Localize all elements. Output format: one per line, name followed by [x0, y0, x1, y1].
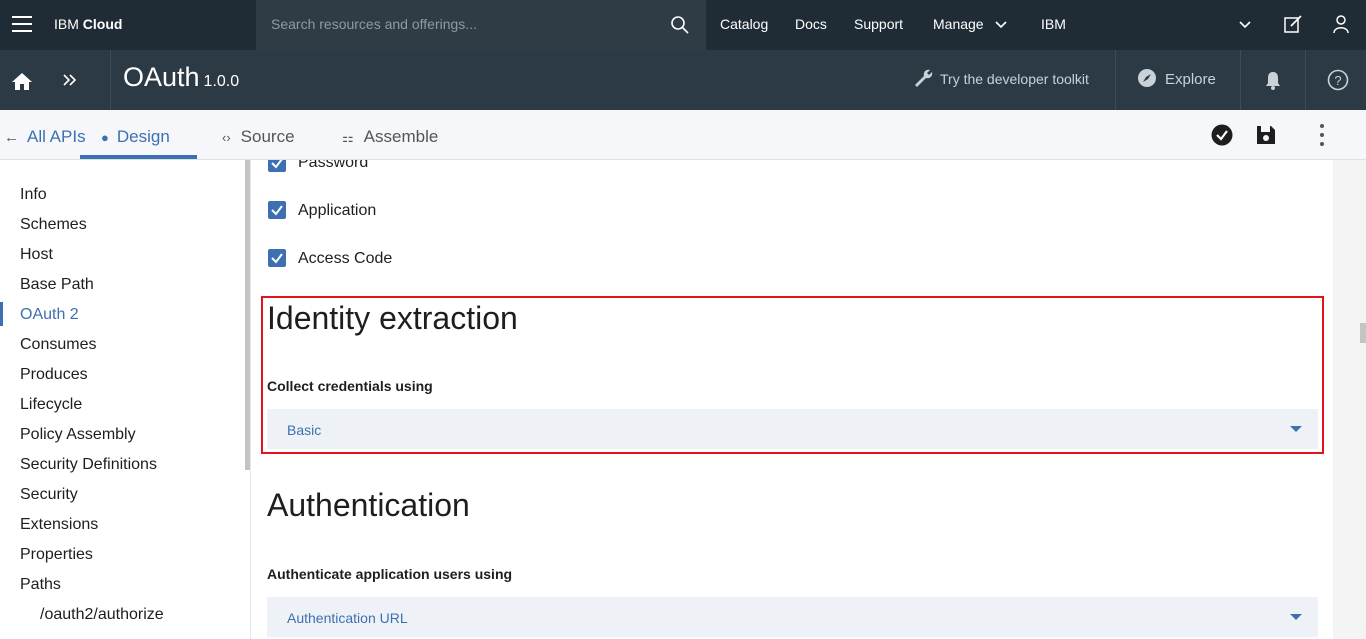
- hamburger-menu-icon[interactable]: [12, 16, 32, 34]
- sidebar-item-produces[interactable]: Produces: [20, 366, 88, 384]
- collect-credentials-select[interactable]: Basic: [267, 409, 1318, 449]
- search-icon[interactable]: [670, 15, 690, 35]
- chevron-down-icon[interactable]: [1238, 20, 1252, 30]
- sidebar-item-security[interactable]: Security: [20, 486, 78, 504]
- more-options-icon[interactable]: [1318, 123, 1326, 147]
- active-tab-indicator: [80, 155, 197, 159]
- collect-credentials-value: Basic: [287, 422, 322, 438]
- checkbox-label-access-code: Access Code: [298, 250, 393, 267]
- sidebar-item-lifecycle[interactable]: Lifecycle: [20, 396, 82, 414]
- divider: [110, 50, 111, 110]
- brand-bold: Cloud: [82, 16, 123, 32]
- check-icon: [271, 205, 283, 216]
- divider: [1115, 50, 1116, 110]
- palette-icon: ●: [101, 130, 109, 145]
- sidebar-item-path-authorize[interactable]: /oauth2/authorize: [40, 606, 164, 624]
- page-title: OAuth 1.0.0: [123, 62, 239, 93]
- wrench-icon: [915, 69, 933, 87]
- page-scrollbar[interactable]: [1360, 323, 1366, 343]
- authenticate-users-value: Authentication URL: [287, 610, 408, 626]
- arrow-left-icon: ←: [4, 129, 19, 146]
- checkbox-label-application: Application: [298, 202, 377, 219]
- nav-account-ibm[interactable]: IBM: [1041, 16, 1066, 32]
- check-icon: [271, 160, 283, 169]
- authenticate-users-select[interactable]: Authentication URL: [267, 597, 1318, 637]
- active-item-indicator: [0, 302, 3, 326]
- back-to-all-apis-link[interactable]: ← All APIs: [4, 127, 86, 147]
- save-icon[interactable]: [1256, 125, 1276, 145]
- caret-down-icon: [1290, 426, 1302, 432]
- divider: [1240, 50, 1241, 110]
- sidebar-item-properties[interactable]: Properties: [20, 546, 93, 564]
- api-header-bar: OAuth 1.0.0 Try the developer toolkit Exp…: [0, 50, 1366, 110]
- tab-source[interactable]: ‹› Source: [222, 127, 295, 147]
- developer-toolkit-link[interactable]: Try the developer toolkit: [912, 68, 1089, 88]
- checkbox-access-code[interactable]: [268, 249, 286, 267]
- design-sidebar: Info Schemes Host Base Path OAuth 2 Cons…: [0, 160, 250, 639]
- divider: [1305, 50, 1306, 110]
- explore-button[interactable]: Explore: [1137, 68, 1216, 88]
- svg-text:?: ?: [1334, 73, 1341, 88]
- sidebar-item-policy-assembly[interactable]: Policy Assembly: [20, 426, 136, 444]
- user-icon[interactable]: [1331, 14, 1351, 34]
- code-icon: ‹›: [222, 130, 231, 145]
- sidebar-item-paths[interactable]: Paths: [20, 576, 61, 594]
- assemble-icon: ⚏: [342, 130, 354, 145]
- checkbox-password[interactable]: [268, 160, 286, 172]
- caret-down-icon: [1290, 614, 1302, 620]
- tab-assemble-label: Assemble: [363, 127, 439, 146]
- help-icon[interactable]: ?: [1327, 69, 1349, 91]
- check-icon: [271, 253, 283, 264]
- tab-source-label: Source: [240, 127, 295, 146]
- checkbox-label-password: Password: [298, 160, 369, 171]
- double-chevron-right-icon[interactable]: [62, 73, 78, 87]
- authenticate-users-label: Authenticate application users using: [267, 566, 513, 582]
- sidebar-item-oauth-2[interactable]: OAuth 2: [20, 306, 79, 324]
- nav-support[interactable]: Support: [854, 16, 903, 32]
- design-tab-bar: ← All APIs ● Design ‹› Source ⚏ Assemble: [0, 110, 1366, 160]
- tab-assemble[interactable]: ⚏ Assemble: [342, 127, 438, 147]
- api-name: OAuth: [123, 62, 200, 92]
- top-bar: IBM Cloud Search resources and offerings…: [0, 0, 1366, 50]
- nav-manage[interactable]: Manage: [933, 16, 984, 32]
- sidebar-item-host[interactable]: Host: [20, 246, 53, 264]
- nav-catalog[interactable]: Catalog: [720, 16, 768, 32]
- right-gutter: [1334, 160, 1366, 639]
- brand-logo[interactable]: IBM Cloud: [54, 16, 122, 32]
- tab-design-label: Design: [116, 127, 170, 146]
- sidebar-item-extensions[interactable]: Extensions: [20, 516, 98, 534]
- explore-label: Explore: [1165, 71, 1216, 88]
- checkbox-application[interactable]: [268, 201, 286, 219]
- bell-icon[interactable]: [1264, 70, 1282, 90]
- search-input[interactable]: Search resources and offerings...: [271, 16, 477, 32]
- back-label: All APIs: [27, 127, 86, 146]
- sidebar-item-info[interactable]: Info: [20, 186, 47, 204]
- brand-prefix: IBM: [54, 16, 79, 32]
- sidebar-item-security-definitions[interactable]: Security Definitions: [20, 456, 157, 474]
- search-box[interactable]: Search resources and offerings...: [256, 0, 706, 50]
- sidebar-item-consumes[interactable]: Consumes: [20, 336, 96, 354]
- edit-icon[interactable]: [1283, 14, 1303, 34]
- chevron-down-icon[interactable]: [994, 20, 1008, 30]
- home-icon[interactable]: [11, 71, 33, 91]
- nav-docs[interactable]: Docs: [795, 16, 827, 32]
- authentication-heading: Authentication: [267, 487, 470, 523]
- compass-icon: [1138, 69, 1156, 87]
- collect-credentials-label: Collect credentials using: [267, 378, 433, 394]
- validate-check-icon[interactable]: [1211, 124, 1233, 146]
- sidebar-item-schemes[interactable]: Schemes: [20, 216, 87, 234]
- tab-design[interactable]: ● Design: [101, 127, 170, 147]
- main-content: Password Application Access Code Identit…: [250, 160, 1333, 639]
- toolkit-label: Try the developer toolkit: [940, 71, 1089, 87]
- sidebar-item-base-path[interactable]: Base Path: [20, 276, 94, 294]
- identity-extraction-heading: Identity extraction: [267, 300, 518, 336]
- api-version: 1.0.0: [203, 73, 240, 90]
